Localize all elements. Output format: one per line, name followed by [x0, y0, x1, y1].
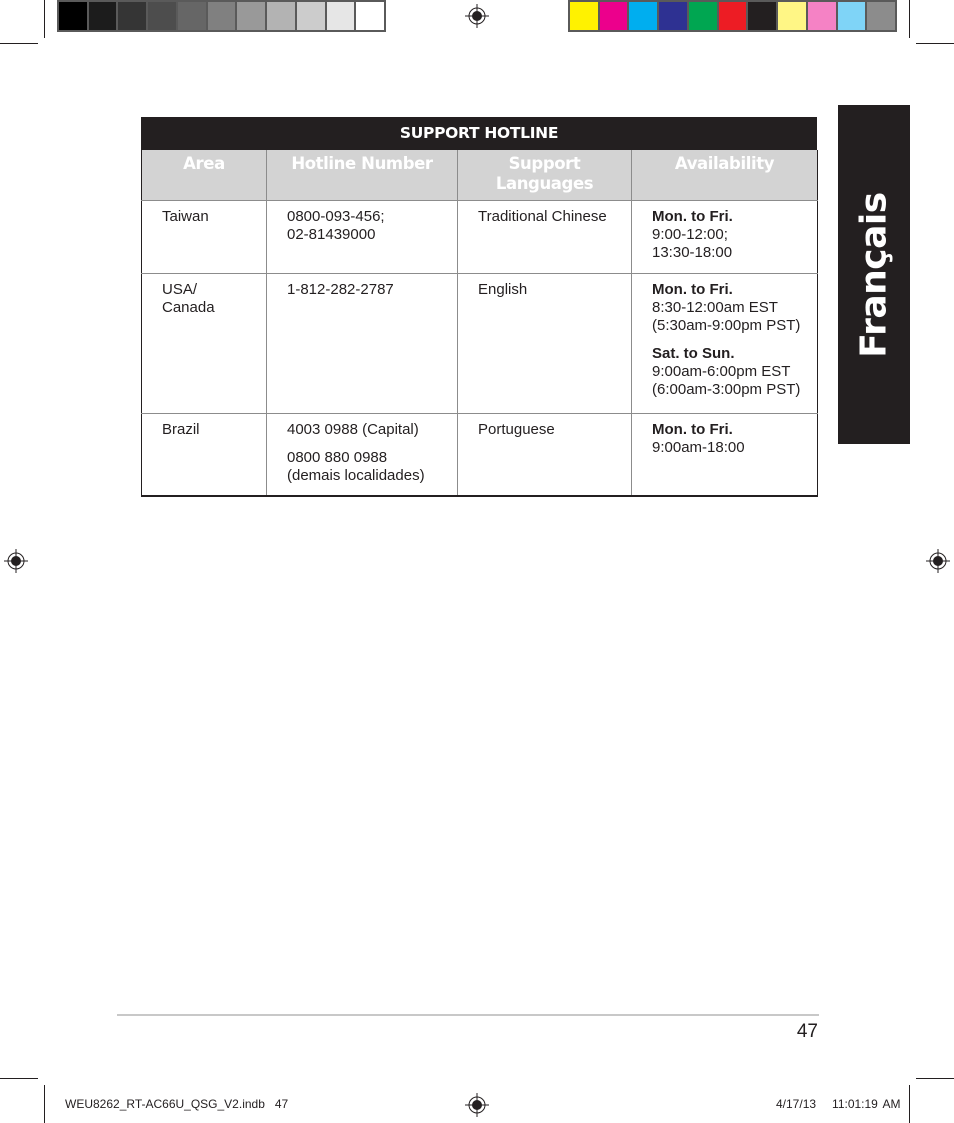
availability-hours: 8:30-12:00am EST	[652, 298, 778, 316]
registration-mark-icon	[465, 1093, 489, 1117]
availability-days: Sat. to Sun.	[652, 344, 735, 362]
color-swatch	[748, 2, 777, 30]
area-text: USA/	[162, 280, 198, 298]
cell-area: Brazil	[141, 413, 267, 497]
crop-mark	[44, 1085, 45, 1123]
footer-divider	[117, 1014, 819, 1016]
column-header-availability: Availability	[631, 150, 818, 201]
column-header-languages-line2: Languages	[495, 174, 594, 193]
availability-days: Mon. to Fri.	[652, 207, 733, 225]
cell-hotline: 0800-093-456; 02-81439000	[266, 200, 458, 274]
color-swatch	[148, 2, 176, 30]
language-text: English	[478, 280, 528, 298]
cell-availability: Mon. to Fri. 8:30-12:00am EST (5:30am-9:…	[631, 273, 818, 414]
color-swatch	[659, 2, 687, 30]
cell-language: Traditional Chinese	[457, 200, 632, 274]
color-swatch	[177, 2, 206, 30]
crop-mark	[909, 0, 910, 38]
grayscale-colorbar	[57, 0, 386, 32]
color-swatch	[296, 2, 325, 30]
cell-hotline: 1-812-282-2787	[266, 273, 458, 414]
color-swatch	[629, 2, 658, 30]
color-swatch	[837, 2, 866, 30]
color-swatch	[88, 2, 117, 30]
color-swatch	[326, 2, 355, 30]
column-header-area: Area	[141, 150, 267, 201]
table-row: Taiwan 0800-093-456; 02-81439000 Traditi…	[141, 200, 818, 274]
availability-hours: 13:30-18:00	[652, 243, 733, 261]
page-number: 47	[796, 1021, 818, 1042]
registration-mark-icon	[465, 4, 489, 28]
language-section-tab: Français	[838, 105, 910, 444]
language-tab-label: Français	[853, 191, 895, 358]
availability-days: Mon. to Fri.	[652, 420, 733, 438]
hotline-number: 0800-093-456;	[287, 207, 385, 225]
color-swatch	[718, 2, 747, 30]
hotline-number: 02-81439000	[287, 225, 376, 243]
print-slug-filename: WEU8262_RT-AC66U_QSG_V2.indb 47	[65, 1097, 289, 1111]
crop-mark	[916, 43, 954, 44]
hotline-number: 1-812-282-2787	[287, 280, 394, 298]
print-slug-datetime: 4/17/13 11:01:19 AM	[776, 1097, 901, 1111]
color-swatch	[599, 2, 628, 30]
availability-hours: 9:00am-18:00	[652, 438, 745, 456]
hotline-number: 0800 880 0988	[287, 448, 388, 466]
cell-language: Portuguese	[457, 413, 632, 497]
availability-hours: 9:00am-6:00pm EST	[652, 362, 791, 380]
column-header-languages-line1: Support	[508, 154, 581, 173]
availability-hours: (6:00am-3:00pm PST)	[652, 380, 801, 398]
hotline-number: 4003 0988 (Capital)	[287, 420, 419, 438]
color-swatch	[118, 2, 147, 30]
color-swatch	[237, 2, 266, 30]
cell-availability: Mon. to Fri. 9:00am-18:00	[631, 413, 818, 497]
color-swatch	[570, 2, 598, 30]
registration-mark-icon	[4, 549, 28, 573]
area-text: Taiwan	[162, 207, 209, 225]
language-text: Portuguese	[478, 420, 555, 438]
language-text: Traditional Chinese	[478, 207, 607, 225]
support-hotline-table: SUPPORT HOTLINE Area Hotline Number Supp…	[141, 117, 818, 497]
availability-hours: (5:30am-9:00pm PST)	[652, 316, 801, 334]
crop-mark	[916, 1078, 954, 1079]
crop-mark	[0, 1078, 38, 1079]
hotline-note: (demais localidades)	[287, 466, 425, 484]
color-swatch	[267, 2, 295, 30]
area-text: Canada	[162, 298, 215, 316]
process-colorbar	[568, 0, 897, 32]
column-header-languages: Support Languages	[457, 150, 632, 201]
color-swatch	[688, 2, 717, 30]
color-swatch	[807, 2, 836, 30]
table-title: SUPPORT HOTLINE	[141, 117, 817, 150]
crop-mark	[0, 43, 38, 44]
crop-mark	[909, 1085, 910, 1123]
registration-mark-icon	[926, 549, 950, 573]
cell-area: Taiwan	[141, 200, 267, 274]
availability-hours: 9:00-12:00;	[652, 225, 728, 243]
cell-language: English	[457, 273, 632, 414]
area-text: Brazil	[162, 420, 200, 438]
color-swatch	[778, 2, 806, 30]
column-header-hotline: Hotline Number	[266, 150, 458, 201]
table-row: Brazil 4003 0988 (Capital) 0800 880 0988…	[141, 413, 818, 497]
color-swatch	[59, 2, 87, 30]
table-row: USA/ Canada 1-812-282-2787 English Mon. …	[141, 273, 818, 414]
color-swatch	[356, 2, 385, 30]
crop-mark	[44, 0, 45, 38]
table-header-row: Area Hotline Number Support Languages Av…	[141, 150, 818, 201]
color-swatch	[207, 2, 236, 30]
cell-area: USA/ Canada	[141, 273, 267, 414]
cell-availability: Mon. to Fri. 9:00-12:00; 13:30-18:00	[631, 200, 818, 274]
cell-hotline: 4003 0988 (Capital) 0800 880 0988 (demai…	[266, 413, 458, 497]
availability-days: Mon. to Fri.	[652, 280, 733, 298]
color-swatch	[867, 2, 896, 30]
